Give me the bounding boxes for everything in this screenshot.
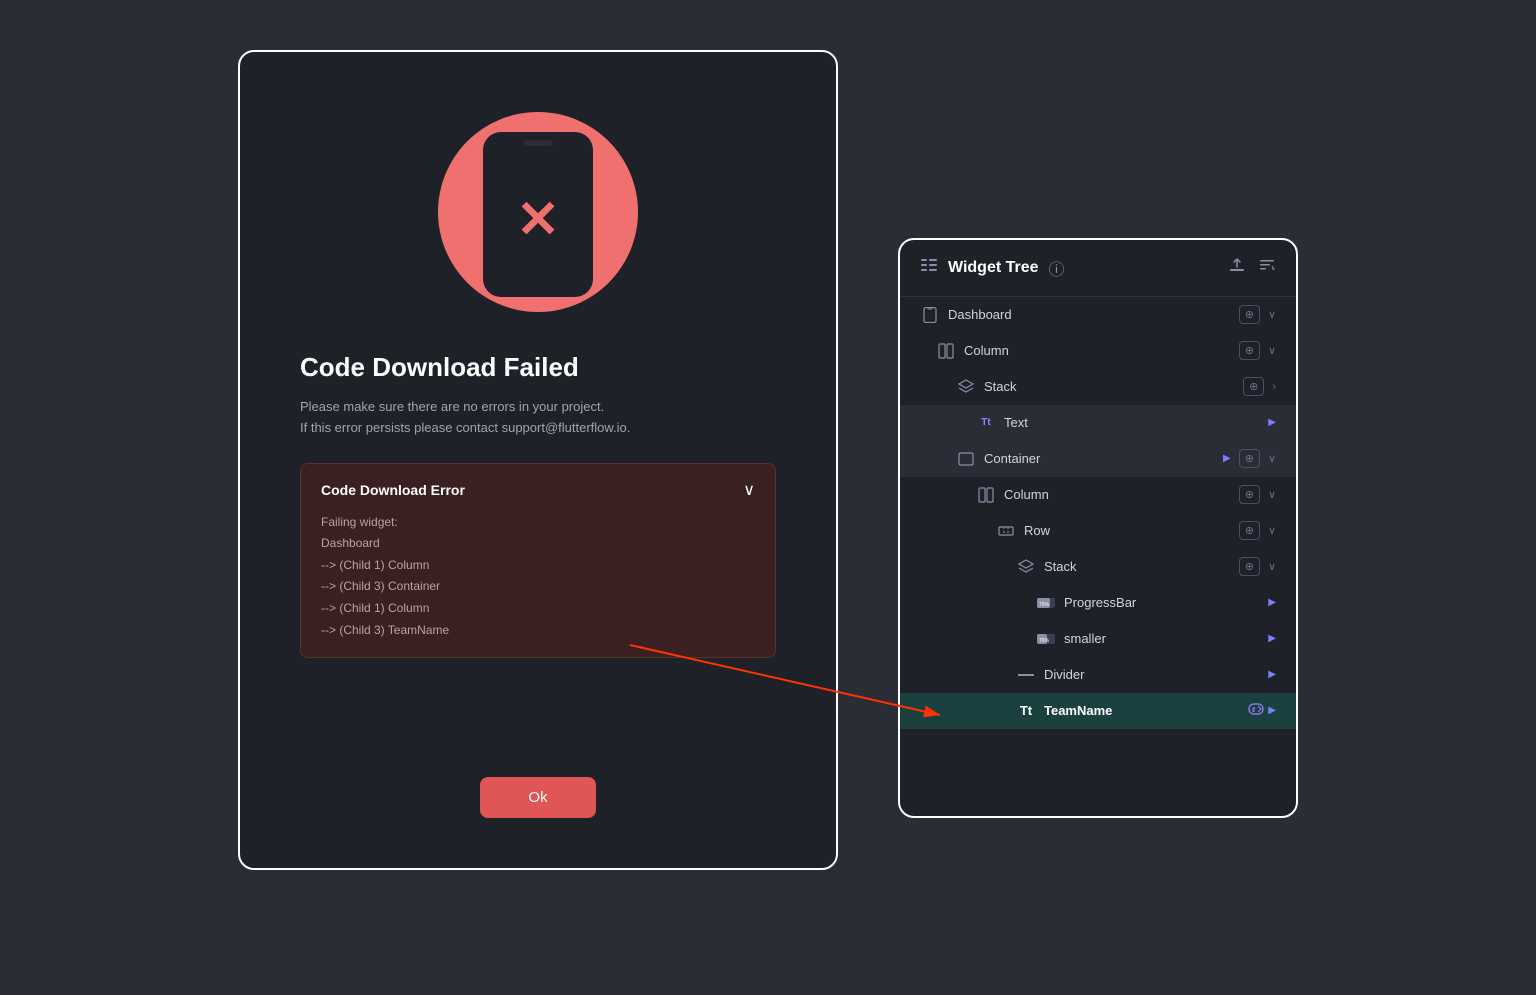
error-box-content: Failing widget: Dashboard --> (Child 1) … xyxy=(321,512,755,642)
play-icon-progressbar[interactable]: ▶ xyxy=(1268,597,1276,608)
play-icon-smaller[interactable]: ▶ xyxy=(1268,633,1276,644)
error-line-1: Failing widget: xyxy=(321,512,755,534)
tree-item-column-2[interactable]: Column ⊕ ∨ xyxy=(900,477,1296,513)
tree-item-smaller[interactable]: 76% smaller ▶ xyxy=(900,621,1296,657)
tree-label-stack-2: Stack xyxy=(1044,559,1239,574)
add-child-btn-container[interactable]: ⊕ xyxy=(1239,449,1260,468)
svg-text:ℓ: ℓ xyxy=(1252,707,1256,714)
play-icon-teamname[interactable]: ▶ xyxy=(1268,705,1276,716)
tree-actions-row: ⊕ ∨ xyxy=(1239,521,1276,540)
tree-label-stack-1: Stack xyxy=(984,379,1243,394)
add-child-btn-column-1[interactable]: ⊕ xyxy=(1239,341,1260,360)
variable-icon: ℓ xyxy=(1248,703,1264,718)
tree-item-dashboard[interactable]: Dashboard ⊕ ∨ xyxy=(900,297,1296,333)
error-line-5: --> (Child 1) Column xyxy=(321,598,755,620)
dialog-title: Code Download Failed xyxy=(300,352,776,383)
error-box-title: Code Download Error xyxy=(321,482,465,498)
add-child-btn-row[interactable]: ⊕ xyxy=(1239,521,1260,540)
text-tt-icon: Tt xyxy=(1016,701,1036,721)
chevron-container[interactable]: ∨ xyxy=(1268,452,1276,465)
tree-item-column-1[interactable]: Column ⊕ ∨ xyxy=(900,333,1296,369)
tree-label-row: Row xyxy=(1024,523,1239,538)
tree-label-container: Container xyxy=(984,451,1223,466)
divider-icon xyxy=(1016,665,1036,685)
chevron-row[interactable]: ∨ xyxy=(1268,524,1276,537)
error-box-header: Code Download Error ∨ xyxy=(321,480,755,500)
tree-label-column-1: Column xyxy=(964,343,1239,358)
tree-item-divider[interactable]: Divider ▶ xyxy=(900,657,1296,693)
sort-icon[interactable] xyxy=(1258,256,1276,279)
widget-tree-icon xyxy=(920,256,938,279)
tree-item-row[interactable]: Row ⊕ ∨ xyxy=(900,513,1296,549)
error-line-4: --> (Child 3) Container xyxy=(321,576,755,598)
tree-actions-column-1: ⊕ ∨ xyxy=(1239,341,1276,360)
widget-tree-title: Widget Tree xyxy=(948,259,1039,277)
tree-actions-stack-2: ⊕ ∨ xyxy=(1239,557,1276,576)
text-icon: Tt xyxy=(976,413,996,433)
add-child-btn-stack-1[interactable]: ⊕ xyxy=(1243,377,1264,396)
tree-item-text[interactable]: Tt Text ▶ xyxy=(900,405,1296,441)
error-box: Code Download Error ∨ Failing widget: Da… xyxy=(300,463,776,659)
smaller-icon: 76% xyxy=(1036,629,1056,649)
chevron-down-icon[interactable]: ∨ xyxy=(743,480,755,500)
tree-label-column-2: Column xyxy=(1004,487,1239,502)
tree-label-divider: Divider xyxy=(1044,667,1268,682)
upload-icon[interactable] xyxy=(1228,256,1246,279)
tree-item-progressbar[interactable]: 75% ProgressBar ▶ xyxy=(900,585,1296,621)
tree-label-teamname: TeamName xyxy=(1044,703,1242,718)
error-line-6: --> (Child 3) TeamName xyxy=(321,620,755,642)
x-mark: ✕ xyxy=(516,194,560,246)
progressbar-icon: 75% xyxy=(1036,593,1056,613)
chevron-column-1[interactable]: ∨ xyxy=(1268,344,1276,357)
error-line-2: Dashboard xyxy=(321,533,755,555)
tree-label-progressbar: ProgressBar xyxy=(1064,595,1268,610)
add-child-btn-stack-2[interactable]: ⊕ xyxy=(1239,557,1260,576)
row-icon xyxy=(996,521,1016,541)
error-line-3: --> (Child 1) Column xyxy=(321,555,755,577)
dialog-description: Please make sure there are no errors in … xyxy=(300,397,776,439)
widget-tree-header-left: Widget Tree ⓘ xyxy=(920,256,1065,280)
main-container: ✕ Code Download Failed Please make sure … xyxy=(0,0,1536,995)
tree-actions-dashboard: ⊕ ∨ xyxy=(1239,305,1276,324)
phone-notch xyxy=(523,140,553,146)
chevron-column-2[interactable]: ∨ xyxy=(1268,488,1276,501)
widget-tree-panel: Widget Tree ⓘ xyxy=(898,238,1298,818)
tree-item-container[interactable]: Container ▶ ⊕ ∨ xyxy=(900,441,1296,477)
play-icon-text[interactable]: ▶ xyxy=(1268,417,1276,428)
phone-icon xyxy=(920,305,940,325)
chevron-stack-1[interactable]: › xyxy=(1272,381,1276,393)
tree-item-stack-1[interactable]: Stack ⊕ › xyxy=(900,369,1296,405)
add-child-btn-dashboard[interactable]: ⊕ xyxy=(1239,305,1260,324)
tree-actions-container: ⊕ ∨ xyxy=(1239,449,1276,468)
stack-icon xyxy=(956,377,976,397)
error-dialog: ✕ Code Download Failed Please make sure … xyxy=(238,50,838,870)
play-icon-divider[interactable]: ▶ xyxy=(1268,669,1276,680)
tree-item-teamname[interactable]: Tt TeamName ℓ ▶ xyxy=(900,693,1296,729)
chevron-dashboard[interactable]: ∨ xyxy=(1268,308,1276,321)
info-icon[interactable]: ⓘ xyxy=(1049,256,1065,280)
container-icon xyxy=(956,449,976,469)
phone-body: ✕ xyxy=(483,132,593,297)
chevron-stack-2[interactable]: ∨ xyxy=(1268,560,1276,573)
tree-label-text: Text xyxy=(1004,415,1268,430)
tree-label-smaller: smaller xyxy=(1064,631,1268,646)
tree-item-stack-2[interactable]: Stack ⊕ ∨ xyxy=(900,549,1296,585)
phone-illustration: ✕ xyxy=(438,112,638,312)
tree-label-dashboard: Dashboard xyxy=(948,307,1239,322)
stack-icon-2 xyxy=(1016,557,1036,577)
column-icon-2 xyxy=(976,485,996,505)
column-icon xyxy=(936,341,956,361)
play-icon-container[interactable]: ▶ xyxy=(1223,453,1231,464)
svg-text:76%: 76% xyxy=(1039,638,1050,644)
header-icons-right xyxy=(1228,256,1276,279)
tree-actions-stack-1: ⊕ › xyxy=(1243,377,1276,396)
add-child-btn-column-2[interactable]: ⊕ xyxy=(1239,485,1260,504)
widget-tree-header: Widget Tree ⓘ xyxy=(900,240,1296,297)
tree-actions-column-2: ⊕ ∨ xyxy=(1239,485,1276,504)
ok-button[interactable]: Ok xyxy=(480,777,595,818)
svg-text:75%: 75% xyxy=(1039,602,1050,608)
